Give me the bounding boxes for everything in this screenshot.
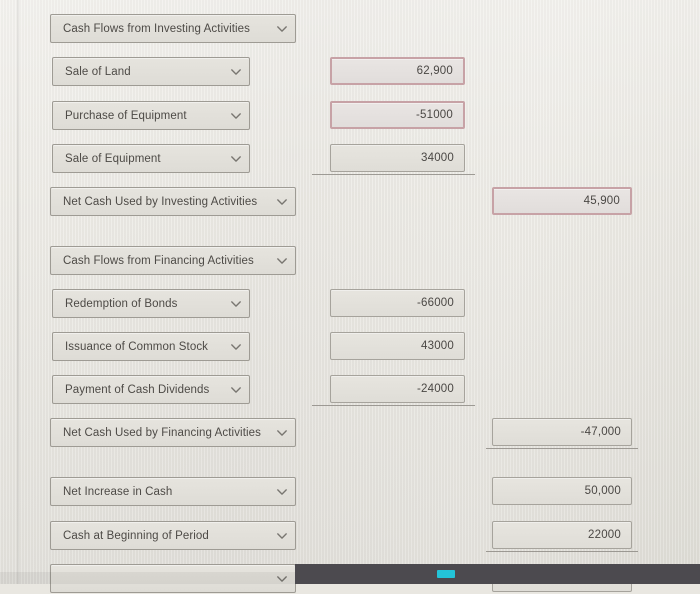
amount-value-sale-of-equipment: 34000 (421, 152, 454, 164)
bottom-app-bar (295, 564, 700, 584)
amount-input-net-increase-in-cash[interactable]: 50,000 (492, 477, 632, 505)
line-item-label-net-increase-in-cash: Net Increase in Cash (63, 485, 173, 498)
line-item-select-cash-at-beginning-of-period[interactable]: Cash at Beginning of Period (50, 521, 296, 550)
line-item-label-cash-flows-from-financing-activities: Cash Flows from Financing Activities (63, 254, 254, 267)
cash-flow-row-net-increase-in-cash: Net Increase in Cash 50,000 (0, 477, 700, 507)
amount-input-redemption-of-bonds[interactable]: -66000 (330, 289, 465, 317)
cash-flow-row-cash-flows-from-investing-activities: Cash Flows from Investing Activities (0, 14, 700, 44)
chevron-down-icon (229, 383, 243, 397)
line-item-select-net-increase-in-cash[interactable]: Net Increase in Cash (50, 477, 296, 506)
line-item-label-sale-of-land: Sale of Land (65, 65, 131, 78)
bottom-left-strip (0, 572, 296, 584)
amount-input-sale-of-equipment[interactable]: 34000 (330, 144, 465, 172)
chevron-down-icon (275, 529, 289, 543)
line-item-select-cash-flows-from-investing-activities[interactable]: Cash Flows from Investing Activities (50, 14, 296, 43)
cash-flow-row-cash-flows-from-financing-activities: Cash Flows from Financing Activities (0, 246, 700, 276)
cash-flow-row-sale-of-land: Sale of Land 62,900 (0, 57, 700, 87)
amount-input-net-cash-used-by-investing-activities[interactable]: 45,900 (492, 187, 632, 215)
cash-flow-row-net-cash-used-by-investing-activities: Net Cash Used by Investing Activities 45… (0, 187, 700, 217)
line-item-label-payment-of-cash-dividends: Payment of Cash Dividends (65, 383, 210, 396)
cash-flow-row-payment-of-cash-dividends: Payment of Cash Dividends -24000 (0, 375, 700, 406)
line-item-select-cash-flows-from-financing-activities[interactable]: Cash Flows from Financing Activities (50, 246, 296, 275)
line-item-select-redemption-of-bonds[interactable]: Redemption of Bonds (52, 289, 250, 318)
line-item-label-cash-flows-from-investing-activities: Cash Flows from Investing Activities (63, 22, 251, 35)
line-item-label-purchase-of-equipment: Purchase of Equipment (65, 109, 187, 122)
amount-value-redemption-of-bonds: -66000 (416, 297, 454, 309)
chevron-down-icon (229, 109, 243, 123)
chevron-down-icon (275, 254, 289, 268)
line-item-label-net-cash-used-by-financing-activities: Net Cash Used by Financing Activities (63, 426, 262, 439)
chevron-down-icon (275, 485, 289, 499)
subtotal-rule-payment-of-cash-dividends (312, 405, 475, 406)
line-item-select-sale-of-equipment[interactable]: Sale of Equipment (52, 144, 250, 173)
cash-flow-row-cash-at-beginning-of-period: Cash at Beginning of Period 22000 (0, 521, 700, 552)
chevron-down-icon (229, 65, 243, 79)
line-item-select-net-cash-used-by-investing-activities[interactable]: Net Cash Used by Investing Activities (50, 187, 296, 216)
subtotal-rule-net-cash-used-by-financing-activities (486, 448, 638, 449)
amount-input-sale-of-land[interactable]: 62,900 (330, 57, 465, 85)
chevron-down-icon (275, 22, 289, 36)
cash-flow-row-net-cash-used-by-financing-activities: Net Cash Used by Financing Activities -4… (0, 418, 700, 449)
amount-value-cash-at-beginning-of-period: 22000 (588, 529, 621, 541)
amount-value-sale-of-land: 62,900 (416, 65, 453, 77)
worksheet-page: Cash Flows from Investing Activities Sal… (0, 0, 700, 593)
amount-value-payment-of-cash-dividends: -24000 (416, 383, 454, 395)
amount-value-net-cash-used-by-investing-activities: 45,900 (583, 195, 620, 207)
chevron-down-icon (229, 340, 243, 354)
amount-value-purchase-of-equipment: -51000 (415, 109, 453, 121)
amount-input-purchase-of-equipment[interactable]: -51000 (330, 101, 465, 129)
subtotal-rule-cash-at-beginning-of-period (486, 551, 638, 552)
cash-flow-row-purchase-of-equipment: Purchase of Equipment -51000 (0, 101, 700, 131)
line-item-label-cash-at-beginning-of-period: Cash at Beginning of Period (63, 529, 209, 542)
chevron-down-icon (229, 152, 243, 166)
amount-value-net-cash-used-by-financing-activities: -47,000 (580, 426, 621, 438)
chevron-down-icon (229, 297, 243, 311)
subtotal-rule-sale-of-equipment (312, 174, 475, 175)
cash-flow-row-sale-of-equipment: Sale of Equipment 34000 (0, 144, 700, 175)
line-item-label-sale-of-equipment: Sale of Equipment (65, 152, 161, 165)
bottom-bar-accent-icon (437, 570, 455, 578)
cash-flow-row-issuance-of-common-stock: Issuance of Common Stock 43000 (0, 332, 700, 362)
amount-input-cash-at-beginning-of-period[interactable]: 22000 (492, 521, 632, 549)
line-item-select-payment-of-cash-dividends[interactable]: Payment of Cash Dividends (52, 375, 250, 404)
amount-input-issuance-of-common-stock[interactable]: 43000 (330, 332, 465, 360)
chevron-down-icon (275, 426, 289, 440)
chevron-down-icon (275, 195, 289, 209)
line-item-select-net-cash-used-by-financing-activities[interactable]: Net Cash Used by Financing Activities (50, 418, 296, 447)
amount-input-net-cash-used-by-financing-activities[interactable]: -47,000 (492, 418, 632, 446)
amount-value-net-increase-in-cash: 50,000 (584, 485, 621, 497)
line-item-label-net-cash-used-by-investing-activities: Net Cash Used by Investing Activities (63, 195, 258, 208)
line-item-label-redemption-of-bonds: Redemption of Bonds (65, 297, 178, 310)
amount-input-payment-of-cash-dividends[interactable]: -24000 (330, 375, 465, 403)
amount-value-issuance-of-common-stock: 43000 (421, 340, 454, 352)
cash-flow-row-redemption-of-bonds: Redemption of Bonds -66000 (0, 289, 700, 319)
line-item-select-issuance-of-common-stock[interactable]: Issuance of Common Stock (52, 332, 250, 361)
line-item-label-issuance-of-common-stock: Issuance of Common Stock (65, 340, 209, 353)
line-item-select-sale-of-land[interactable]: Sale of Land (52, 57, 250, 86)
line-item-select-purchase-of-equipment[interactable]: Purchase of Equipment (52, 101, 250, 130)
